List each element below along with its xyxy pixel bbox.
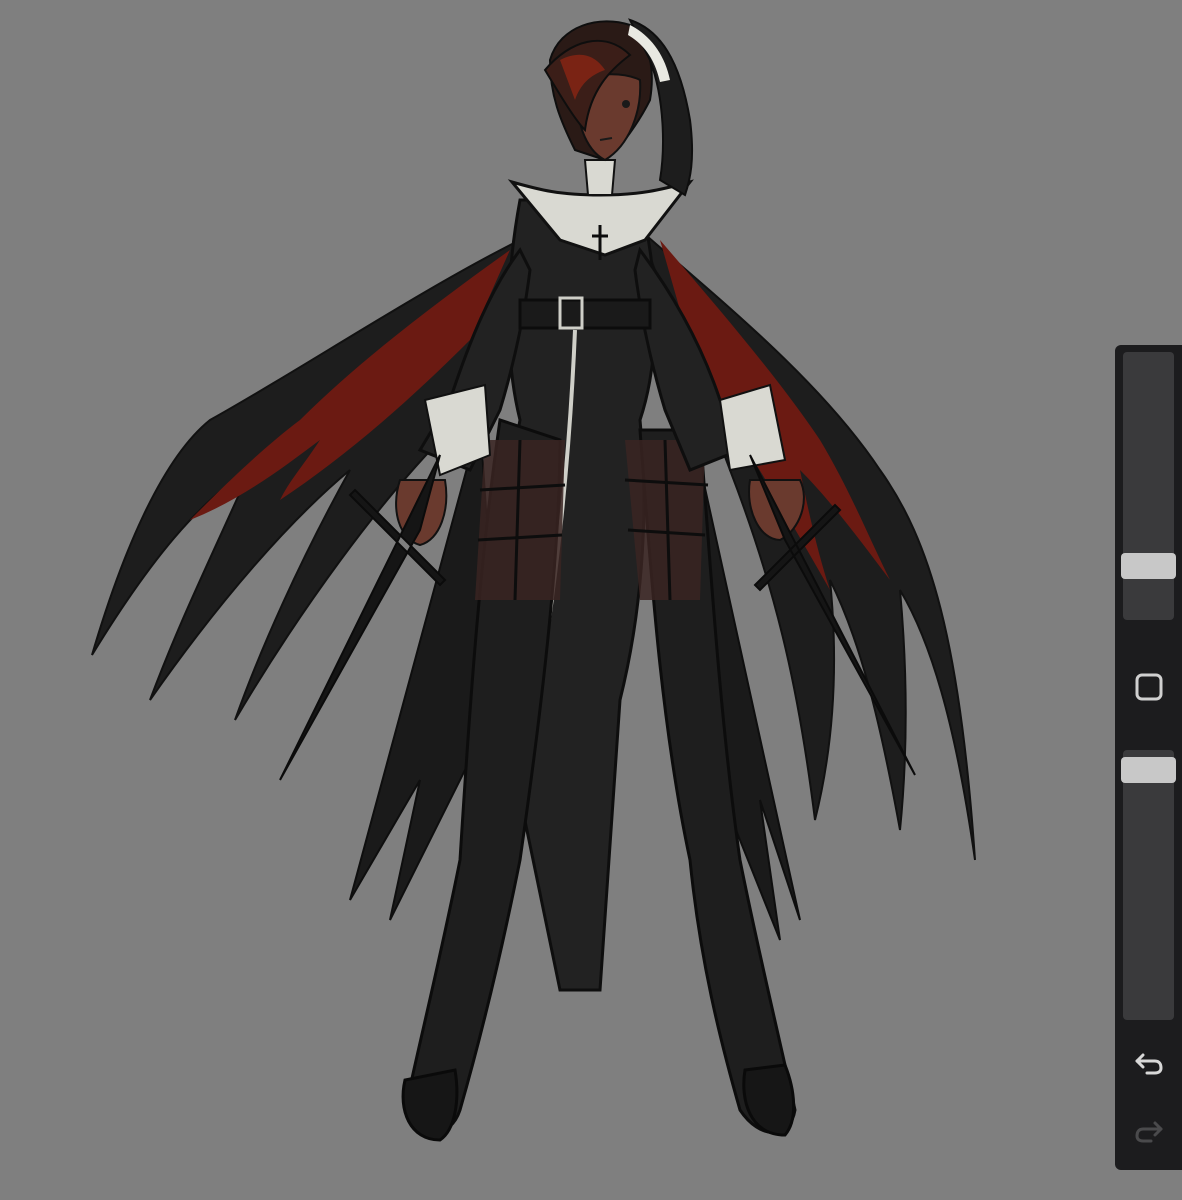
redo-arrow-icon <box>1134 1121 1162 1143</box>
drawing-canvas[interactable] <box>0 0 1182 1200</box>
brush-opacity-slider-thumb[interactable] <box>1121 757 1176 783</box>
undo-button[interactable] <box>1115 1043 1182 1083</box>
neck <box>583 159 617 196</box>
undo-arrow-icon <box>1135 1053 1163 1075</box>
brush-opacity-slider[interactable] <box>1121 750 1176 1020</box>
brush-sidebar <box>1115 345 1182 1170</box>
brush-size-slider-thumb[interactable] <box>1121 553 1176 579</box>
belt <box>518 298 652 330</box>
modify-button[interactable] <box>1115 667 1182 707</box>
square-icon <box>1135 673 1162 701</box>
eye <box>622 100 630 108</box>
redo-button[interactable] <box>1115 1111 1182 1151</box>
brush-size-slider[interactable] <box>1121 352 1176 620</box>
